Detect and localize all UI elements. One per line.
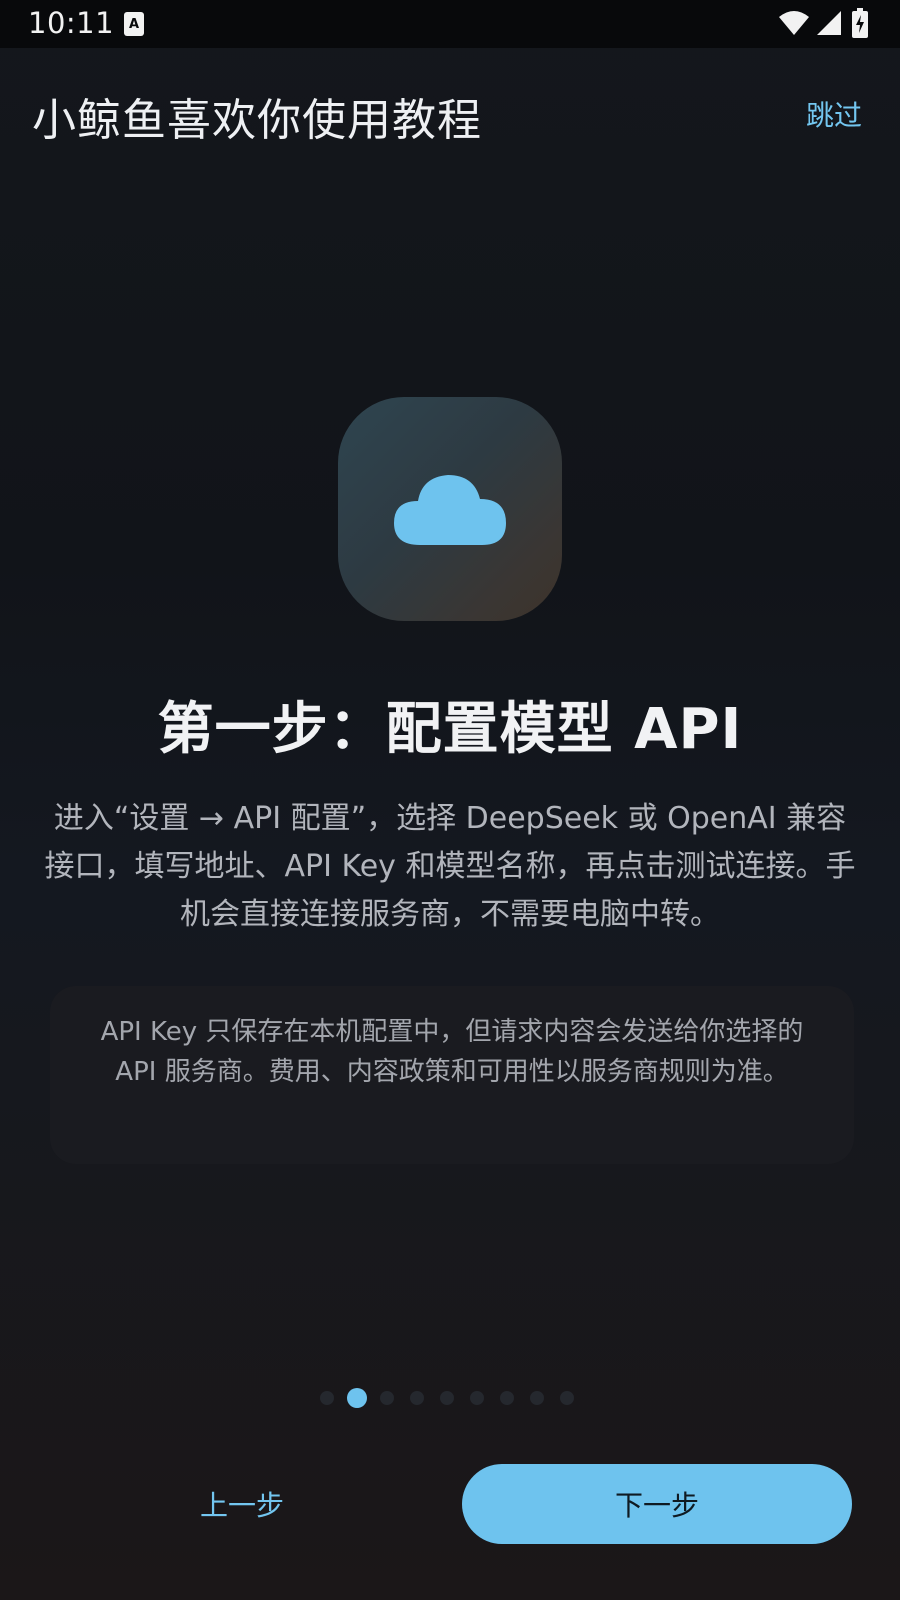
privacy-note-card: API Key 只保存在本机配置中，但请求内容会发送给你选择的 API 服务商。…: [50, 986, 854, 1164]
pager-dot: [500, 1391, 514, 1405]
pager-dot: [320, 1391, 334, 1405]
step-icon-tile: [338, 397, 562, 621]
status-bar: 10:11 A: [0, 0, 900, 48]
page-title: 小鲸鱼喜欢你使用教程: [32, 95, 482, 146]
accessibility-app-icon: A: [124, 12, 144, 36]
pager-dot: [410, 1391, 424, 1405]
cloud-icon: [394, 475, 506, 545]
cellular-signal-icon: [816, 10, 842, 40]
status-time: 10:11: [28, 6, 115, 40]
step-description: 进入“设置 → API 配置”，选择 DeepSeek 或 OpenAI 兼容接…: [44, 801, 856, 932]
pager-dot: [560, 1391, 574, 1405]
pager-dots: [0, 1386, 900, 1410]
privacy-note-text: API Key 只保存在本机配置中，但请求内容会发送给你选择的 API 服务商。…: [100, 1017, 804, 1087]
tutorial-screen: 10:11 A 小鲸鱼喜欢你使用教程 跳过 第一步：配置模型 API 进入“设置…: [0, 0, 900, 1600]
pager-dot: [380, 1391, 394, 1405]
pager-dot-active: [347, 1388, 367, 1408]
next-step-button[interactable]: 下一步: [462, 1464, 852, 1544]
pager-dot: [440, 1391, 454, 1405]
pager-dot: [530, 1391, 544, 1405]
skip-button[interactable]: 跳过: [806, 94, 862, 134]
battery-charging-icon: [852, 8, 868, 42]
pager-dot: [470, 1391, 484, 1405]
wifi-icon: [778, 10, 810, 40]
step-title: 第一步：配置模型 API: [157, 697, 743, 762]
previous-step-button[interactable]: 上一步: [132, 1464, 352, 1544]
